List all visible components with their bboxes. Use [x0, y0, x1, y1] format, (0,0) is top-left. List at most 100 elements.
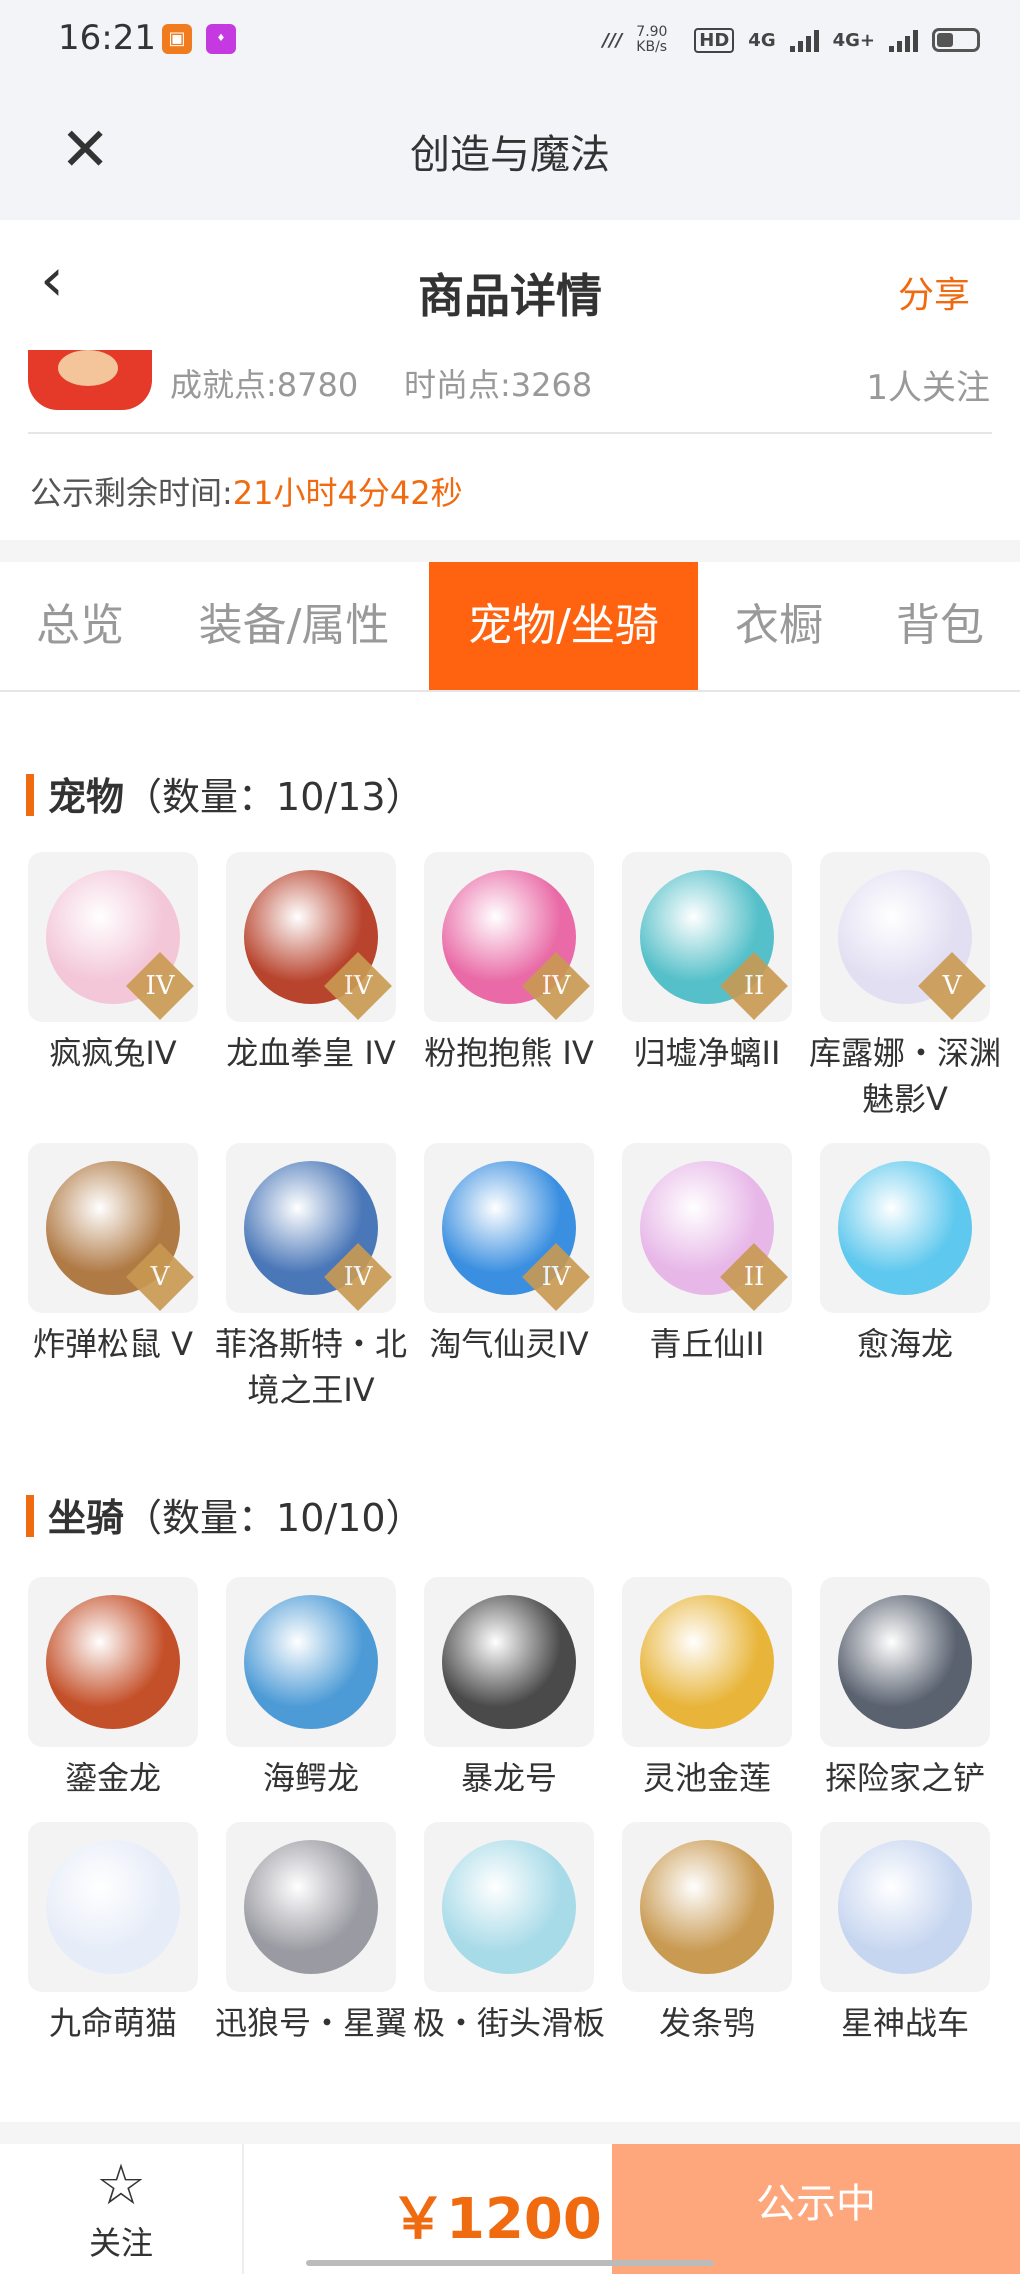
mount-image	[244, 1595, 378, 1729]
mount-name: 迅狼号・星翼	[214, 2004, 407, 2042]
mount-image	[46, 1595, 180, 1729]
rank-badge: V	[126, 1243, 194, 1311]
star-icon: ☆	[95, 2153, 147, 2218]
pet-thumbnail: II	[622, 852, 792, 1022]
rank-badge-label: V	[150, 1262, 170, 1292]
mounts-section-title: 坐骑（数量：10/10）	[26, 1487, 424, 1542]
pet-image	[838, 1161, 972, 1295]
mount-item[interactable]: 海鳄龙	[226, 1577, 396, 1801]
rank-badge-label: II	[743, 1262, 765, 1292]
status-time: 16:21	[58, 18, 156, 58]
mount-name: 海鳄龙	[262, 1759, 359, 1797]
rank-badge: IV	[324, 1243, 392, 1311]
pet-name: 粉抱抱熊 IV	[424, 1034, 594, 1072]
pet-name: 库露娜・深渊魅影V	[808, 1034, 1001, 1118]
mount-item[interactable]: 灵池金莲	[622, 1577, 792, 1801]
mount-thumbnail	[820, 1577, 990, 1747]
mount-name: 暴龙号	[460, 1759, 557, 1797]
mount-thumbnail	[424, 1577, 594, 1747]
pet-thumbnail: IV	[424, 1143, 594, 1313]
pet-thumbnail: IV	[424, 852, 594, 1022]
window-titlebar: ✕ 创造与魔法	[0, 80, 1020, 220]
mount-image	[442, 1840, 576, 1974]
mount-item[interactable]: 九命萌猫	[28, 1822, 198, 2046]
mount-thumbnail	[622, 1822, 792, 1992]
achievement-points: 成就点:8780	[170, 366, 359, 404]
tab-bar: 总览 装备/属性 宠物/坐骑 衣橱 背包	[0, 562, 1020, 692]
mount-thumbnail	[226, 1822, 396, 1992]
rank-badge: IV	[522, 952, 590, 1020]
mount-item[interactable]: 发条鸮	[622, 1822, 792, 2046]
mount-image	[838, 1595, 972, 1729]
rank-badge: II	[720, 952, 788, 1020]
tab-wardrobe[interactable]: 衣橱	[714, 562, 844, 690]
tab-overview[interactable]: 总览	[0, 562, 160, 690]
mount-item[interactable]: 星神战车	[820, 1822, 990, 2046]
tab-equipment[interactable]: 装备/属性	[178, 562, 410, 690]
rank-badge-label: IV	[541, 1262, 571, 1292]
mount-thumbnail	[424, 1822, 594, 1992]
pet-thumbnail: V	[28, 1143, 198, 1313]
fashion-points: 时尚点:3268	[404, 366, 593, 404]
rank-badge-label: IV	[343, 971, 373, 1001]
pet-item[interactable]: 愈海龙	[820, 1143, 990, 1367]
mount-item[interactable]: 迅狼号・星翼	[215, 1822, 407, 2046]
window-title: 创造与魔法	[410, 132, 610, 178]
net-type-1: 4G	[748, 29, 776, 51]
status-button[interactable]: 公示中	[612, 2144, 1020, 2274]
mount-item[interactable]: 探险家之铲	[820, 1577, 990, 1801]
net-speed: 7.90 KB/s	[636, 24, 668, 55]
rank-badge-label: IV	[541, 971, 571, 1001]
pet-item[interactable]: IV 菲洛斯特・北境之王IV	[215, 1143, 407, 1413]
pet-item[interactable]: V 库露娜・深渊魅影V	[809, 852, 1001, 1122]
pet-item[interactable]: V 炸弹松鼠 V	[28, 1143, 198, 1367]
hd-icon: HD	[694, 27, 735, 53]
rank-badge: II	[720, 1243, 788, 1311]
pets-section-title: 宠物（数量：10/13）	[26, 766, 424, 821]
app-notification-icon: ▣	[162, 24, 192, 54]
section-gap	[0, 2122, 1020, 2144]
signal-icon	[889, 28, 918, 52]
pet-item[interactable]: IV 粉抱抱熊 IV	[424, 852, 594, 1076]
mount-item[interactable]: 鎏金龙	[28, 1577, 198, 1801]
mount-image	[838, 1840, 972, 1974]
rank-badge-label: IV	[343, 1262, 373, 1292]
speed-icon: ///	[602, 29, 623, 51]
follow-label: 关注	[88, 2224, 153, 2262]
mount-name: 九命萌猫	[48, 2004, 177, 2042]
pet-thumbnail: IV	[226, 1143, 396, 1313]
share-button[interactable]: 分享	[898, 266, 970, 318]
home-indicator[interactable]	[306, 2260, 714, 2266]
mount-name: 星神战车	[840, 2004, 969, 2042]
section-marker	[26, 1495, 34, 1537]
mount-image	[46, 1840, 180, 1974]
pet-item[interactable]: IV 龙血拳皇 IV	[226, 852, 396, 1076]
pet-name: 疯疯兔IV	[49, 1034, 177, 1072]
tab-backpack[interactable]: 背包	[870, 562, 1010, 690]
follow-button[interactable]: ☆ 关注	[0, 2144, 244, 2274]
mount-item[interactable]: 极・街头滑板	[413, 1822, 605, 2046]
pet-item[interactable]: II 归墟净螭II	[622, 852, 792, 1076]
net-type-2: 4G+	[832, 29, 875, 51]
pet-name: 归墟净螭II	[633, 1034, 781, 1072]
bottom-action-bar: ☆ 关注 ￥1200 公示中	[0, 2144, 1020, 2274]
character-stats: 成就点:8780 时尚点:3268 1人关注	[0, 340, 1020, 430]
mount-item[interactable]: 暴龙号	[424, 1577, 594, 1801]
tab-pets-mounts[interactable]: 宠物/坐骑	[429, 562, 698, 690]
pets-count: （数量：10/13）	[124, 775, 424, 819]
mount-image	[442, 1595, 576, 1729]
pet-thumbnail	[820, 1143, 990, 1313]
mount-image	[640, 1840, 774, 1974]
public-notice-time: 公示剩余时间:21小时4分42秒	[30, 468, 463, 514]
mount-thumbnail	[622, 1577, 792, 1747]
pet-item[interactable]: IV 淘气仙灵IV	[424, 1143, 594, 1367]
signal-icon	[789, 28, 819, 52]
pets-title: 宠物	[48, 775, 125, 819]
pet-item[interactable]: II 青丘仙II	[622, 1143, 792, 1367]
notice-label: 公示剩余时间:	[30, 474, 233, 512]
pet-item[interactable]: IV 疯疯兔IV	[28, 852, 198, 1076]
rank-badge-label: II	[743, 971, 765, 1001]
mount-image	[244, 1840, 378, 1974]
mount-thumbnail	[226, 1577, 396, 1747]
mounts-count: （数量：10/10）	[124, 1496, 424, 1540]
